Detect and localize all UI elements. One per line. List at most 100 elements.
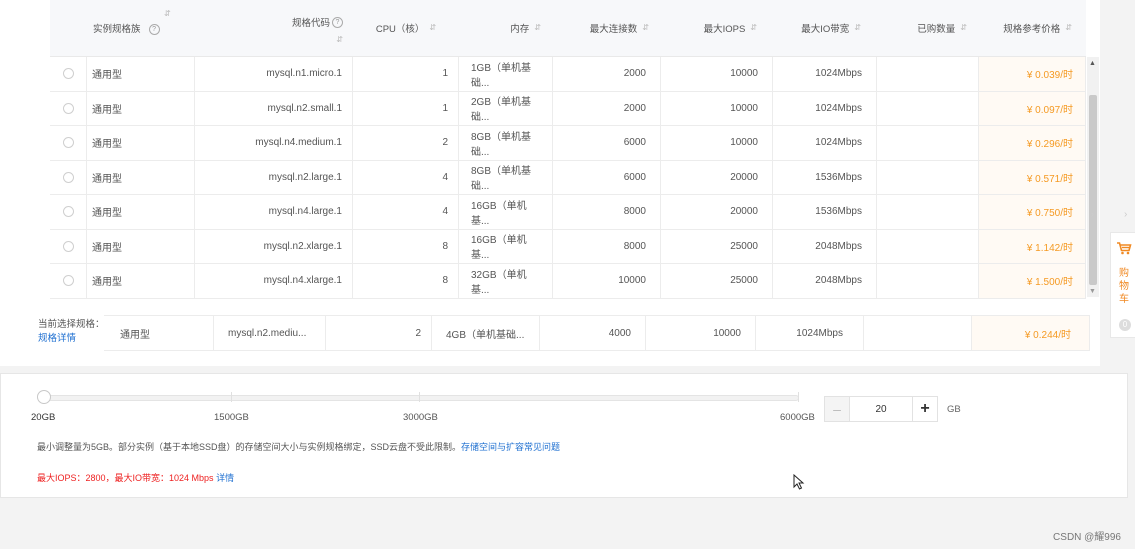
scroll-up-icon[interactable]: ▲: [1089, 60, 1096, 67]
cell-code: mysql.n1.micro.1: [195, 57, 353, 91]
cell-max-iops: 10000: [661, 91, 773, 125]
cell-max-io-bw: 1536Mbps: [773, 160, 877, 194]
cell-family: 通用型: [87, 229, 195, 263]
cell-max-conn: 8000: [553, 229, 661, 263]
row-radio[interactable]: [50, 57, 87, 91]
row-radio[interactable]: [50, 160, 87, 194]
sort-icon[interactable]: ⇵: [336, 36, 343, 44]
storage-faq-link[interactable]: 存储空间与扩容常见问题: [461, 442, 560, 452]
cell-purchased: [877, 229, 979, 263]
storage-slider-handle[interactable]: [37, 390, 51, 404]
cell-cpu: 1: [353, 91, 459, 125]
row-radio[interactable]: [50, 91, 87, 125]
current-cpu: 2: [326, 315, 432, 351]
cell-purchased: [877, 126, 979, 160]
row-radio[interactable]: [50, 229, 87, 263]
radio-button[interactable]: [62, 137, 74, 149]
cell-price: ¥ 1.142/时: [979, 229, 1086, 263]
row-radio[interactable]: [50, 195, 87, 229]
current-memory: 4GB（单机基础...: [432, 315, 540, 351]
header-max-io-bw[interactable]: 最大IO带宽 ⇵: [773, 0, 877, 56]
cell-max-conn: 2000: [553, 57, 661, 91]
table-scrollbar[interactable]: ▲ ▼: [1087, 57, 1099, 297]
sort-icon[interactable]: ⇵: [960, 24, 967, 32]
header-family[interactable]: 实例规格族 ⇵ ?: [87, 0, 195, 56]
table-body: 通用型 mysql.n1.micro.1 1 1GB（单机基础... 2000 10000…: [50, 57, 1086, 299]
sort-icon[interactable]: ⇵: [429, 24, 436, 32]
cell-family: 通用型: [87, 195, 195, 229]
cell-price: ¥ 1.500/时: [979, 264, 1086, 298]
help-icon[interactable]: ?: [332, 16, 343, 28]
cell-max-conn: 2000: [553, 91, 661, 125]
slider-tick: [798, 392, 799, 402]
storage-slider-track[interactable]: [43, 395, 799, 401]
chevron-right-icon[interactable]: ›: [1124, 209, 1127, 220]
cell-purchased: [877, 195, 979, 229]
table-row[interactable]: 通用型 mysql.n4.medium.1 2 8GB（单机基础... 6000 1000…: [50, 126, 1086, 161]
cell-max-iops: 25000: [661, 264, 773, 298]
radio-button[interactable]: [62, 102, 74, 114]
cell-max-io-bw: 1024Mbps: [773, 57, 877, 91]
increment-button[interactable]: +: [912, 396, 938, 422]
scroll-down-icon[interactable]: ▼: [1089, 288, 1096, 295]
radio-button[interactable]: [62, 171, 74, 183]
row-radio[interactable]: [50, 126, 87, 160]
cell-family: 通用型: [87, 91, 195, 125]
cell-price: ¥ 0.039/时: [979, 57, 1086, 91]
cell-max-io-bw: 2048Mbps: [773, 264, 877, 298]
header-price[interactable]: 规格参考价格 ⇵: [979, 0, 1086, 56]
sort-icon[interactable]: ⇵: [854, 24, 861, 32]
iops-detail-link[interactable]: 详情: [216, 473, 234, 483]
cell-code: mysql.n4.medium.1: [195, 126, 353, 160]
cell-cpu: 4: [353, 195, 459, 229]
radio-button[interactable]: [62, 240, 74, 252]
current-row: 通用型 mysql.n2.mediu... 2 4GB（单机基础... 4000…: [104, 315, 1090, 351]
spec-detail-link[interactable]: 规格详情: [38, 332, 105, 346]
radio-button[interactable]: [62, 206, 74, 218]
cell-max-io-bw: 1024Mbps: [773, 91, 877, 125]
help-icon[interactable]: ?: [148, 23, 160, 35]
header-max-iops-label: 最大IOPS: [703, 24, 746, 35]
header-purchased[interactable]: 已购数量 ⇵: [877, 0, 979, 56]
sort-icon[interactable]: ⇵: [750, 24, 757, 32]
sort-icon[interactable]: ⇵: [1065, 24, 1072, 32]
header-max-iops[interactable]: 最大IOPS ⇵: [661, 0, 773, 56]
decrement-button[interactable]: –: [824, 396, 850, 422]
header-code[interactable]: 规格代码 ? ⇵: [195, 0, 353, 56]
table-row[interactable]: 通用型 mysql.n4.large.1 4 16GB（单机基... 8000 20000…: [50, 195, 1086, 230]
cell-memory: 32GB（单机基...: [459, 264, 553, 298]
current-code: mysql.n2.mediu...: [214, 315, 326, 351]
cell-max-io-bw: 2048Mbps: [773, 229, 877, 263]
cell-memory: 16GB（单机基...: [459, 229, 553, 263]
expand-icon[interactable]: ›: [1091, 209, 1094, 219]
table-row[interactable]: 通用型 mysql.n4.xlarge.1 8 32GB（单机基... 10000 250…: [50, 264, 1086, 299]
header-memory[interactable]: 内存 ⇵: [459, 0, 553, 56]
cell-max-iops: 20000: [661, 195, 773, 229]
current-label-text: 当前选择规格：: [38, 319, 105, 330]
table-row[interactable]: 通用型 mysql.n2.xlarge.1 8 16GB（单机基... 8000 2500…: [50, 229, 1086, 264]
table-row[interactable]: 通用型 mysql.n2.small.1 1 2GB（单机基础... 2000 10000…: [50, 91, 1086, 126]
table-row[interactable]: 通用型 mysql.n1.micro.1 1 1GB（单机基础... 2000 10000…: [50, 57, 1086, 92]
radio-button[interactable]: [62, 68, 74, 80]
current-max-io-bw: 1024Mbps: [756, 315, 864, 351]
current-purchased: [864, 315, 972, 351]
table-row[interactable]: 通用型 mysql.n2.large.1 4 8GB（单机基础... 6000 20000…: [50, 160, 1086, 195]
header-max-conn[interactable]: 最大连接数 ⇵: [553, 0, 661, 56]
cell-cpu: 4: [353, 160, 459, 194]
row-radio[interactable]: [50, 264, 87, 298]
sort-icon[interactable]: ⇵: [534, 24, 541, 32]
storage-note: 最小调整量为5GB。部分实例（基于本地SSD盘）的存储空间大小与实例规格绑定，S…: [37, 440, 560, 453]
slider-tick: [419, 392, 420, 402]
cell-family: 通用型: [87, 264, 195, 298]
radio-button[interactable]: [62, 275, 74, 287]
cell-max-conn: 6000: [553, 160, 661, 194]
header-price-label: 规格参考价格: [1003, 24, 1061, 35]
storage-size-input[interactable]: 20: [850, 396, 912, 422]
sort-icon[interactable]: ⇵: [642, 24, 649, 32]
sort-icon[interactable]: ⇵: [164, 10, 171, 18]
scrollbar-thumb[interactable]: [1089, 95, 1097, 285]
cell-max-conn: 6000: [553, 126, 661, 160]
header-cpu[interactable]: CPU（核） ⇵: [353, 0, 459, 56]
shopping-cart-float[interactable]: 购物车 0: [1110, 232, 1135, 338]
spec-table-panel: 实例规格族 ⇵ ? 规格代码 ? ⇵ CPU（核） ⇵ 内存 ⇵ 最大连接数 ⇵: [0, 0, 1100, 366]
